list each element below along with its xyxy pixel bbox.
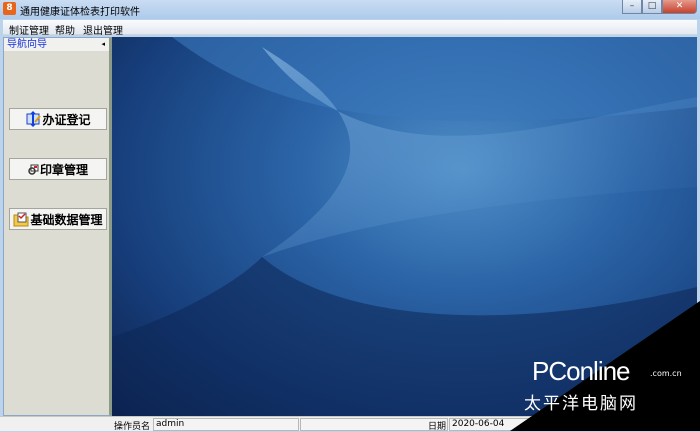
seal-icon bbox=[28, 161, 39, 177]
operator-field: admin bbox=[153, 418, 299, 431]
nav-button-label: 印章管理 bbox=[39, 162, 88, 177]
nav-button-label: 基础数据管理 bbox=[30, 212, 103, 227]
watermark-domain: .com.cn bbox=[650, 369, 682, 378]
status-field-empty bbox=[300, 418, 448, 431]
watermark: PConline .com.cn 太平洋电脑网 bbox=[510, 301, 700, 431]
window-title: 通用健康证体检表打印软件 bbox=[20, 7, 140, 18]
navigation-panel: 导航向导 ◂ 办证登记 印章管理 基础数据管理 bbox=[3, 37, 112, 416]
operator-label: 操作员名 bbox=[114, 422, 151, 432]
menu-exit-management[interactable]: 退出管理 bbox=[83, 22, 123, 37]
close-button[interactable]: ✕ bbox=[662, 0, 697, 14]
date-label: 日期 bbox=[428, 422, 447, 432]
title-bar: 8 通用健康证体检表打印软件 – □ ✕ bbox=[0, 0, 700, 19]
watermark-brand: PConline bbox=[532, 356, 631, 386]
app-icon: 8 bbox=[3, 2, 16, 15]
collapse-icon[interactable]: ◂ bbox=[101, 38, 105, 51]
registration-icon bbox=[25, 111, 42, 127]
minimize-button[interactable]: – bbox=[622, 0, 642, 14]
folder-check-icon bbox=[13, 211, 29, 227]
nav-button-label: 办证登记 bbox=[42, 112, 91, 127]
nav-header: 导航向导 ◂ bbox=[4, 38, 109, 51]
maximize-button[interactable]: □ bbox=[642, 0, 662, 14]
menu-bar: 制证管理 帮助 退出管理 bbox=[3, 20, 697, 37]
menu-help[interactable]: 帮助 bbox=[55, 22, 75, 37]
watermark-cn: 太平洋电脑网 bbox=[524, 394, 638, 414]
nav-button-registration[interactable]: 办证登记 bbox=[9, 108, 107, 130]
nav-button-basic-data[interactable]: 基础数据管理 bbox=[9, 208, 107, 230]
nav-button-seal-management[interactable]: 印章管理 bbox=[9, 158, 107, 180]
menu-cert-management[interactable]: 制证管理 bbox=[9, 22, 49, 37]
nav-header-title: 导航向导 bbox=[7, 39, 47, 50]
